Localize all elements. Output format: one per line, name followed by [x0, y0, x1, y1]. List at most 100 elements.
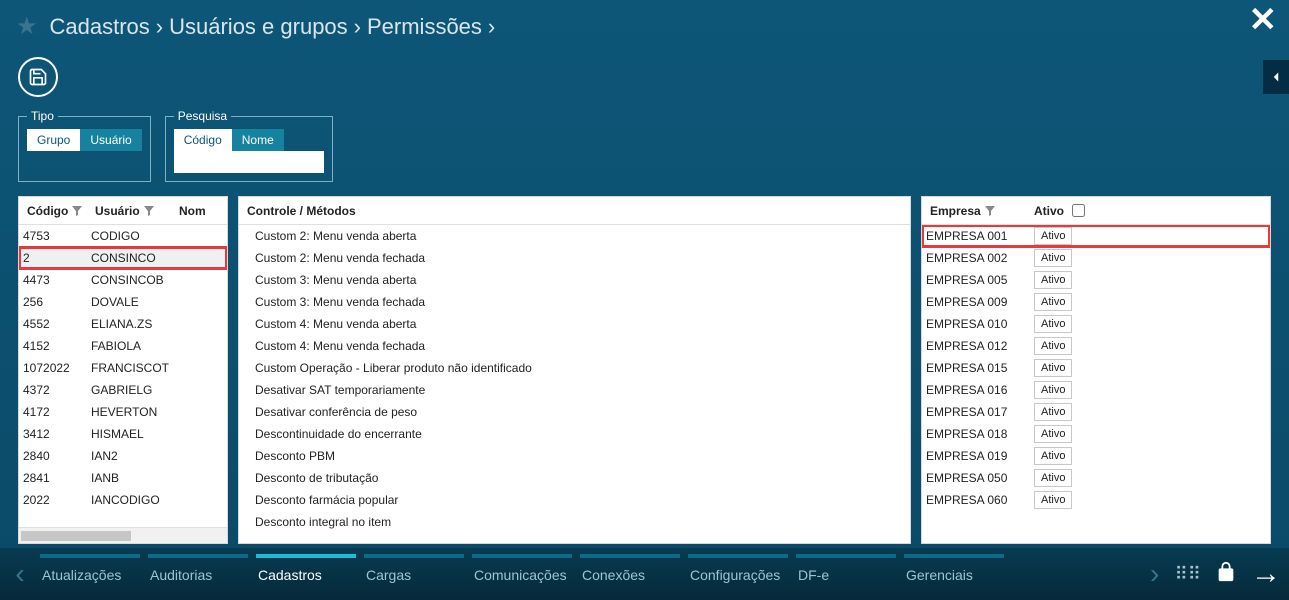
list-item[interactable]: Desativar SAT temporariamente: [239, 379, 910, 401]
arrow-right-icon[interactable]: →: [1251, 557, 1281, 591]
tab-item[interactable]: Cadastros: [256, 554, 356, 592]
table-row[interactable]: EMPRESA 012Ativo: [922, 335, 1270, 357]
table-row[interactable]: EMPRESA 002Ativo: [922, 247, 1270, 269]
table-row[interactable]: 2022IANCODIGO: [19, 489, 227, 511]
table-row[interactable]: EMPRESA 017Ativo: [922, 401, 1270, 423]
tabs-prev-icon[interactable]: ‹: [8, 558, 32, 590]
list-item[interactable]: Custom 3: Menu venda aberta: [239, 269, 910, 291]
list-item[interactable]: Desconto de tributação: [239, 467, 910, 489]
close-icon[interactable]: ✕: [1249, 0, 1278, 40]
list-item[interactable]: Custom Operação - Liberar produto não id…: [239, 357, 910, 379]
cell-codigo: 4473: [19, 273, 87, 287]
list-item[interactable]: Custom 4: Menu venda aberta: [239, 313, 910, 335]
table-row[interactable]: 4473CONSINCOB: [19, 269, 227, 291]
col-ativo[interactable]: Ativo: [1034, 204, 1064, 218]
cell-codigo: 256: [19, 295, 87, 309]
tab-item[interactable]: Conexões: [580, 554, 680, 592]
cell-ativo[interactable]: Ativo: [1030, 403, 1080, 421]
table-row[interactable]: EMPRESA 016Ativo: [922, 379, 1270, 401]
table-row[interactable]: 2840IAN2: [19, 445, 227, 467]
cell-ativo[interactable]: Ativo: [1030, 271, 1080, 289]
breadcrumb-item[interactable]: Permissões: [367, 14, 482, 40]
search-input[interactable]: [174, 151, 324, 173]
breadcrumb-item[interactable]: Usuários e grupos: [169, 14, 348, 40]
star-icon[interactable]: ★: [16, 12, 38, 41]
empresas-grid-body[interactable]: EMPRESA 001AtivoEMPRESA 002AtivoEMPRESA …: [922, 225, 1270, 543]
list-item[interactable]: Desconto PBM: [239, 445, 910, 467]
tipo-grupo-option[interactable]: Grupo: [27, 129, 80, 151]
table-row[interactable]: 4753CODIGO: [19, 225, 227, 247]
collapse-panel-icon[interactable]: [1263, 60, 1289, 94]
table-row[interactable]: 4152FABIOLA: [19, 335, 227, 357]
filter-icon[interactable]: [985, 206, 995, 216]
cell-codigo: 2841: [19, 471, 87, 485]
tab-item[interactable]: DF-e: [796, 554, 896, 592]
cell-ativo[interactable]: Ativo: [1030, 491, 1080, 509]
cell-ativo[interactable]: Ativo: [1030, 227, 1080, 245]
cell-usuario: CONSINCOB: [87, 273, 207, 287]
col-codigo[interactable]: Código: [27, 204, 68, 218]
col-controle[interactable]: Controle / Métodos: [247, 204, 356, 218]
ativo-select-all-checkbox[interactable]: [1072, 204, 1085, 217]
cell-usuario: FRANCISCOT: [87, 361, 207, 375]
apps-grid-icon[interactable]: ⠿⠿: [1175, 564, 1201, 585]
list-item[interactable]: Descontinuidade do encerrante: [239, 423, 910, 445]
table-row[interactable]: 3412HISMAEL: [19, 423, 227, 445]
tab-item[interactable]: Comunicações: [472, 554, 572, 592]
horizontal-scroll[interactable]: [19, 527, 227, 543]
list-item[interactable]: Desconto integral no item: [239, 511, 910, 533]
cell-ativo[interactable]: Ativo: [1030, 447, 1080, 465]
table-row[interactable]: 2CONSINCO: [19, 247, 227, 269]
cell-ativo[interactable]: Ativo: [1030, 315, 1080, 333]
list-item[interactable]: Custom 4: Menu venda fechada: [239, 335, 910, 357]
list-item[interactable]: Desconto farmácia popular: [239, 489, 910, 511]
table-row[interactable]: EMPRESA 009Ativo: [922, 291, 1270, 313]
pesquisa-legend: Pesquisa: [174, 109, 231, 123]
tab-item[interactable]: Atualizações: [40, 554, 140, 592]
list-item[interactable]: Custom 2: Menu venda fechada: [239, 247, 910, 269]
lock-icon[interactable]: [1215, 559, 1237, 590]
tipo-usuario-option[interactable]: Usuário: [80, 129, 141, 151]
table-row[interactable]: 256DOVALE: [19, 291, 227, 313]
pesquisa-nome-option[interactable]: Nome: [232, 129, 284, 151]
filter-icon[interactable]: [144, 206, 154, 216]
list-item[interactable]: Custom 2: Menu venda aberta: [239, 225, 910, 247]
tabs-next-icon[interactable]: ›: [1143, 558, 1167, 590]
table-row[interactable]: 2841IANB: [19, 467, 227, 489]
cell-ativo[interactable]: Ativo: [1030, 359, 1080, 377]
table-row[interactable]: EMPRESA 060Ativo: [922, 489, 1270, 511]
cell-ativo[interactable]: Ativo: [1030, 337, 1080, 355]
table-row[interactable]: EMPRESA 010Ativo: [922, 313, 1270, 335]
table-row[interactable]: EMPRESA 019Ativo: [922, 445, 1270, 467]
tab-item[interactable]: Auditorias: [148, 554, 248, 592]
tab-item[interactable]: Cargas: [364, 554, 464, 592]
tab-item[interactable]: Configurações: [688, 554, 788, 592]
pesquisa-codigo-option[interactable]: Código: [174, 129, 232, 151]
cell-ativo[interactable]: Ativo: [1030, 425, 1080, 443]
table-row[interactable]: 4552ELIANA.ZS: [19, 313, 227, 335]
table-row[interactable]: EMPRESA 015Ativo: [922, 357, 1270, 379]
filter-icon[interactable]: [72, 206, 82, 216]
table-row[interactable]: 4372GABRIELG: [19, 379, 227, 401]
col-usuario[interactable]: Usuário: [95, 204, 140, 218]
breadcrumb-item[interactable]: Cadastros: [50, 14, 150, 40]
table-row[interactable]: 1072022FRANCISCOT: [19, 357, 227, 379]
cell-usuario: IANB: [87, 471, 207, 485]
table-row[interactable]: EMPRESA 018Ativo: [922, 423, 1270, 445]
tab-item[interactable]: Gerenciais: [904, 554, 1004, 592]
col-nome[interactable]: Nom: [179, 204, 206, 218]
cell-ativo[interactable]: Ativo: [1030, 381, 1080, 399]
table-row[interactable]: EMPRESA 001Ativo: [922, 225, 1270, 247]
table-row[interactable]: EMPRESA 050Ativo: [922, 467, 1270, 489]
cell-ativo[interactable]: Ativo: [1030, 293, 1080, 311]
methods-grid-body[interactable]: Custom 2: Menu venda abertaCustom 2: Men…: [239, 225, 910, 543]
table-row[interactable]: 4172HEVERTON: [19, 401, 227, 423]
col-empresa[interactable]: Empresa: [930, 204, 981, 218]
users-grid-body[interactable]: 4753CODIGO2CONSINCO4473CONSINCOB256DOVAL…: [19, 225, 227, 527]
cell-ativo[interactable]: Ativo: [1030, 469, 1080, 487]
table-row[interactable]: EMPRESA 005Ativo: [922, 269, 1270, 291]
list-item[interactable]: Custom 3: Menu venda fechada: [239, 291, 910, 313]
list-item[interactable]: Desativar conferência de peso: [239, 401, 910, 423]
save-button[interactable]: [18, 57, 58, 97]
cell-ativo[interactable]: Ativo: [1030, 249, 1080, 267]
